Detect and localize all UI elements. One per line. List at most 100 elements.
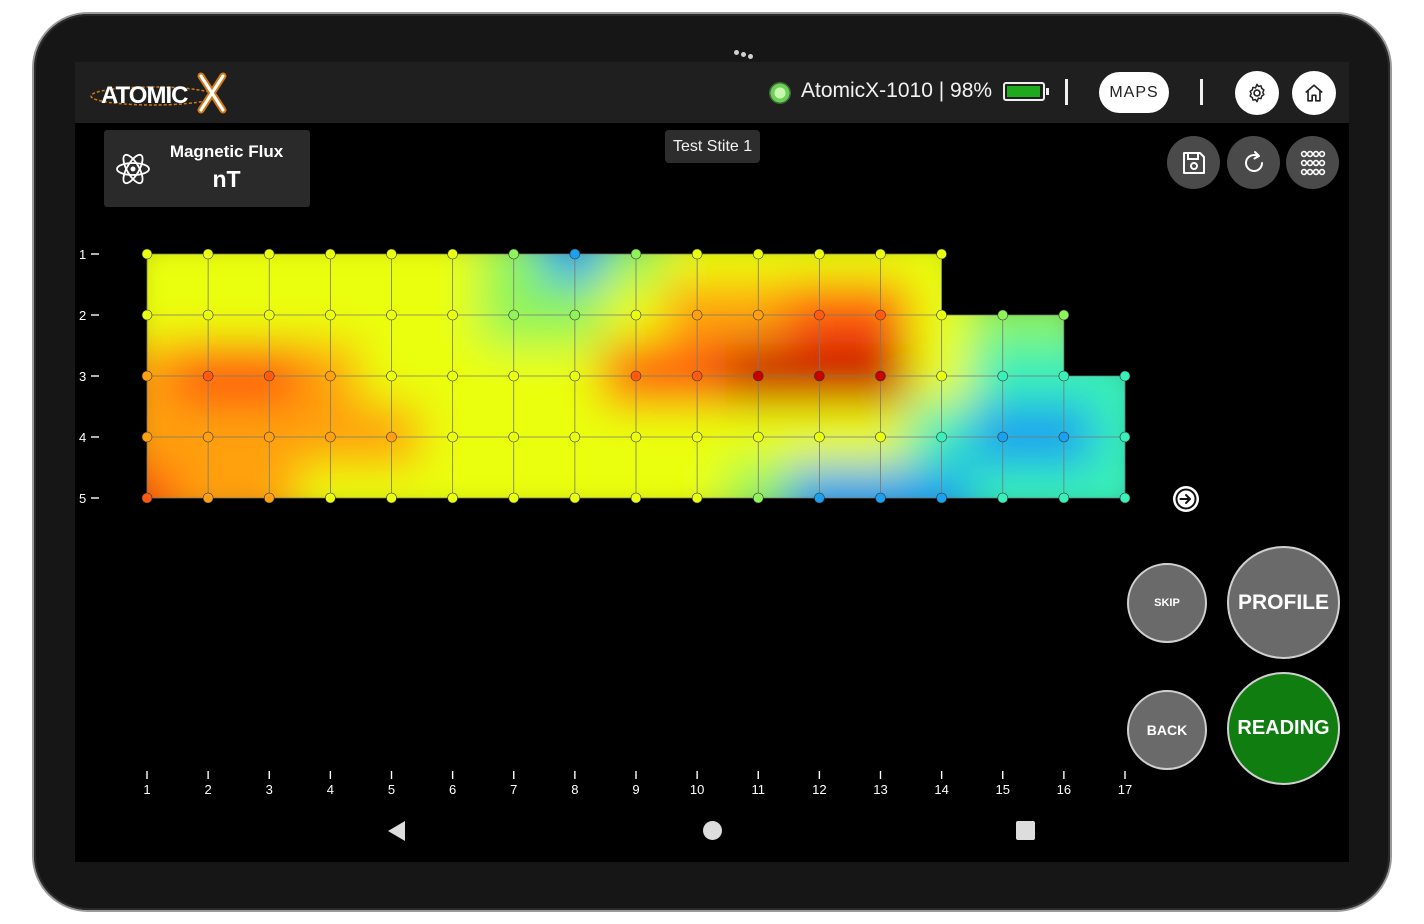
reading-point: [202, 492, 214, 504]
reading-point: [386, 370, 397, 382]
reading-point: [447, 431, 458, 443]
home-circle-icon[interactable]: [703, 821, 722, 840]
back-triangle-icon[interactable]: [385, 819, 407, 843]
reading-point: [386, 248, 397, 260]
reading-point: [569, 248, 581, 260]
reading-point: [508, 370, 520, 382]
reading-point: [875, 370, 886, 382]
reading-point: [386, 431, 397, 443]
y-tick-label: 3: [79, 369, 86, 384]
x-tick-label: 3: [266, 782, 273, 797]
reading-point: [325, 309, 336, 321]
x-tick-label: 1: [143, 782, 150, 797]
reading-point: [691, 431, 703, 443]
back-button[interactable]: BACK: [1127, 690, 1207, 770]
reading-point: [814, 309, 825, 321]
reading-point: [141, 492, 153, 504]
reading-point: [997, 370, 1009, 382]
reading-point: [691, 370, 703, 382]
reading-point: [814, 248, 825, 260]
x-tick-label: 12: [812, 782, 826, 797]
reading-point: [325, 431, 336, 443]
camera-icon: [734, 48, 760, 60]
reading-point: [263, 492, 275, 504]
reading-point: [263, 431, 275, 443]
reading-point: [936, 492, 947, 504]
reading-point: [263, 248, 275, 260]
recents-square-icon[interactable]: [1016, 821, 1035, 840]
reading-point: [814, 431, 825, 443]
reading-point: [508, 492, 520, 504]
reading-point: [386, 309, 397, 321]
reading-point: [875, 492, 886, 504]
reading-point: [1119, 431, 1131, 443]
reading-point: [263, 309, 275, 321]
reading-point: [814, 370, 825, 382]
reading-point: [875, 431, 886, 443]
reading-point: [569, 431, 581, 443]
reading-point: [141, 309, 153, 321]
reading-point: [447, 370, 458, 382]
reading-point: [875, 309, 886, 321]
reading-point: [508, 431, 520, 443]
reading-point: [325, 492, 336, 504]
reading-point: [1058, 370, 1070, 382]
y-tick-label: 1: [79, 247, 86, 262]
reading-point: [691, 492, 703, 504]
reading-point: [202, 431, 214, 443]
reading-point: [141, 248, 153, 260]
reading-point: [630, 431, 642, 443]
reading-point: [141, 431, 153, 443]
reading-point: [1058, 309, 1070, 321]
reading-point: [447, 492, 458, 504]
reading-point: [1119, 370, 1131, 382]
x-tick-label: 11: [752, 782, 766, 797]
app-screen: ATOMIC AtomicX-1010 | 98% MAPS Magnetic …: [75, 62, 1349, 862]
reading-point: [630, 370, 642, 382]
reading-point: [508, 309, 520, 321]
y-tick-label: 5: [79, 491, 86, 506]
reading-point: [752, 248, 764, 260]
skip-button[interactable]: SKIP: [1127, 563, 1207, 643]
reading-point: [936, 248, 947, 260]
reading-point: [752, 309, 764, 321]
reading-point: [997, 431, 1009, 443]
reading-point: [569, 370, 581, 382]
reading-point: [202, 309, 214, 321]
x-tick-label: 7: [510, 782, 517, 797]
x-tick-label: 4: [327, 782, 334, 797]
reading-point: [997, 492, 1009, 504]
reading-point: [1058, 492, 1070, 504]
reading-point: [875, 248, 886, 260]
reading-point: [508, 248, 520, 260]
reading-point: [630, 309, 642, 321]
x-tick-label: 8: [571, 782, 578, 797]
reading-point: [752, 370, 764, 382]
reading-point: [141, 370, 153, 382]
x-tick-label: 15: [996, 782, 1010, 797]
reading-button[interactable]: READING: [1227, 672, 1340, 785]
reading-point: [936, 309, 947, 321]
reading-point: [325, 370, 336, 382]
y-tick-label: 2: [79, 308, 86, 323]
x-tick-label: 2: [205, 782, 212, 797]
reading-point: [936, 370, 947, 382]
reading-point: [447, 248, 458, 260]
reading-point: [691, 309, 703, 321]
next-line-button[interactable]: [1173, 486, 1199, 512]
reading-point: [569, 492, 581, 504]
y-tick-label: 4: [79, 430, 86, 445]
x-tick-label: 9: [632, 782, 639, 797]
x-tick-label: 13: [873, 782, 887, 797]
reading-point: [997, 309, 1009, 321]
x-axis: 1 2 3 4 5 6 7 8 9 10 11 12 13 14 15 16 17: [143, 771, 1132, 797]
x-tick-label: 17: [1118, 782, 1132, 797]
profile-button[interactable]: PROFILE: [1227, 546, 1340, 659]
reading-point: [202, 370, 214, 382]
reading-point: [202, 248, 214, 260]
reading-point: [325, 248, 336, 260]
reading-point: [752, 492, 764, 504]
x-tick-label: 16: [1057, 782, 1071, 797]
arrow-right-icon: [1175, 488, 1197, 510]
reading-point: [936, 431, 947, 443]
